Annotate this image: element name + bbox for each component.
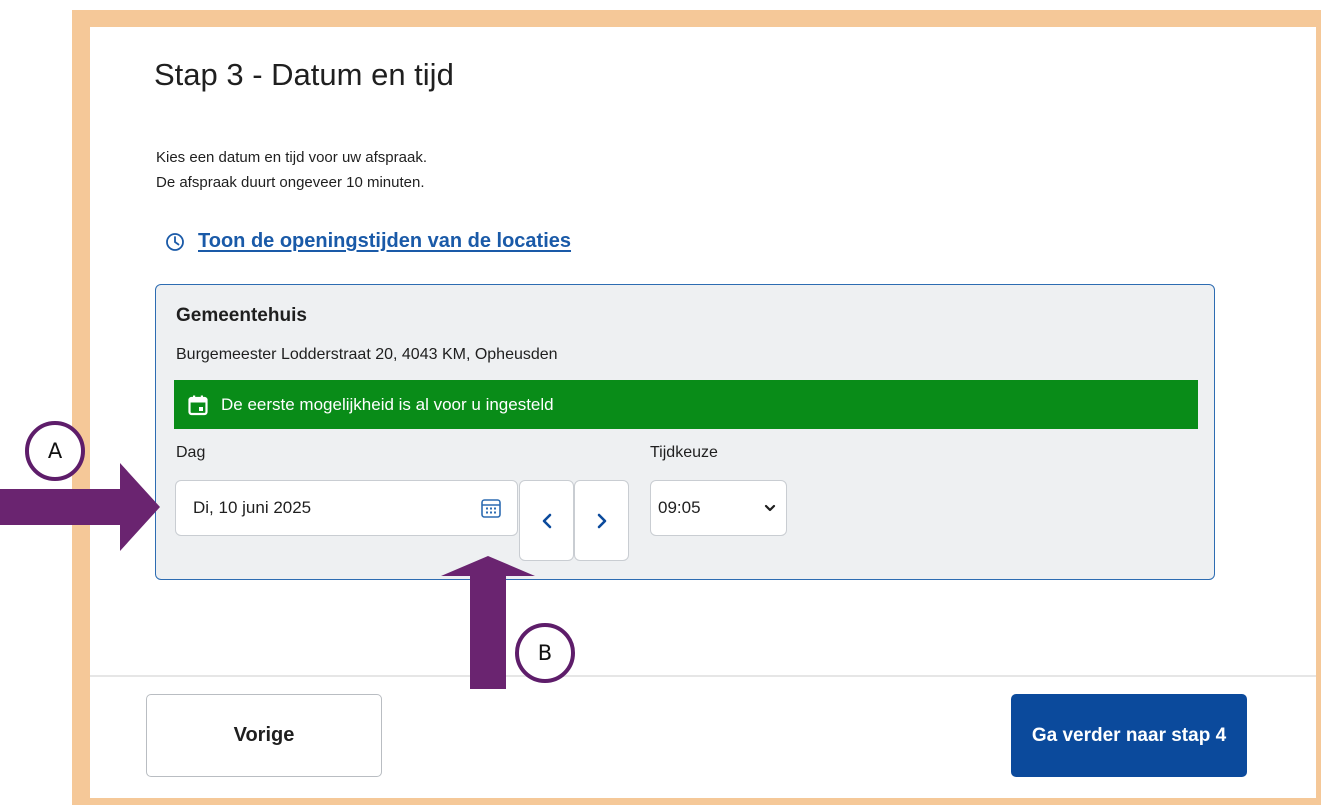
chevron-left-icon <box>542 513 551 528</box>
previous-day-button[interactable] <box>519 480 574 561</box>
footer-bar: Vorige Ga verder naar stap 4 <box>90 677 1316 798</box>
appointment-card: Stap 3 - Datum en tijd Kies een datum en… <box>90 27 1316 798</box>
location-address: Burgemeester Lodderstraat 20, 4043 KM, O… <box>176 346 558 363</box>
opening-hours-link-label: Toon de openingstijden van de locaties <box>198 230 572 252</box>
date-input[interactable]: Di, 10 juni 2025 <box>175 480 518 536</box>
location-panel: Gemeentehuis Burgemeester Lodderstraat 2… <box>155 284 1215 580</box>
intro-line-2: De afspraak duurt ongeveer 10 minuten. <box>156 174 425 191</box>
time-label: Tijdkeuze <box>650 444 718 461</box>
annotation-arrow-a <box>0 463 160 551</box>
chevron-down-icon <box>764 504 776 512</box>
day-label: Dag <box>176 444 206 461</box>
clock-icon <box>166 232 184 251</box>
annotation-label-b: B <box>515 623 575 683</box>
time-select-value: 09:05 <box>658 498 701 517</box>
continue-button[interactable]: Ga verder naar stap 4 <box>1011 694 1247 777</box>
date-input-value: Di, 10 juni 2025 <box>193 498 312 517</box>
time-select[interactable]: 09:05 <box>650 480 787 536</box>
previous-button[interactable]: Vorige <box>146 694 382 777</box>
page-title: Stap 3 - Datum en tijd <box>154 57 454 92</box>
calendar-grid-icon <box>481 499 501 518</box>
intro-text: Kies een datum en tijd voor uw afspraak.… <box>156 145 427 195</box>
opening-hours-link[interactable]: Toon de openingstijden van de locaties <box>165 230 571 253</box>
banner-text: De eerste mogelijkheid is al voor u inge… <box>221 394 554 414</box>
first-availability-banner: De eerste mogelijkheid is al voor u inge… <box>174 380 1198 429</box>
date-picker-button[interactable] <box>479 496 503 520</box>
location-name: Gemeentehuis <box>176 305 307 326</box>
annotation-label-a: A <box>25 421 85 481</box>
next-day-button[interactable] <box>574 480 629 561</box>
calendar-icon <box>188 395 208 415</box>
intro-line-1: Kies een datum en tijd voor uw afspraak. <box>156 149 427 166</box>
chevron-right-icon <box>597 513 606 528</box>
